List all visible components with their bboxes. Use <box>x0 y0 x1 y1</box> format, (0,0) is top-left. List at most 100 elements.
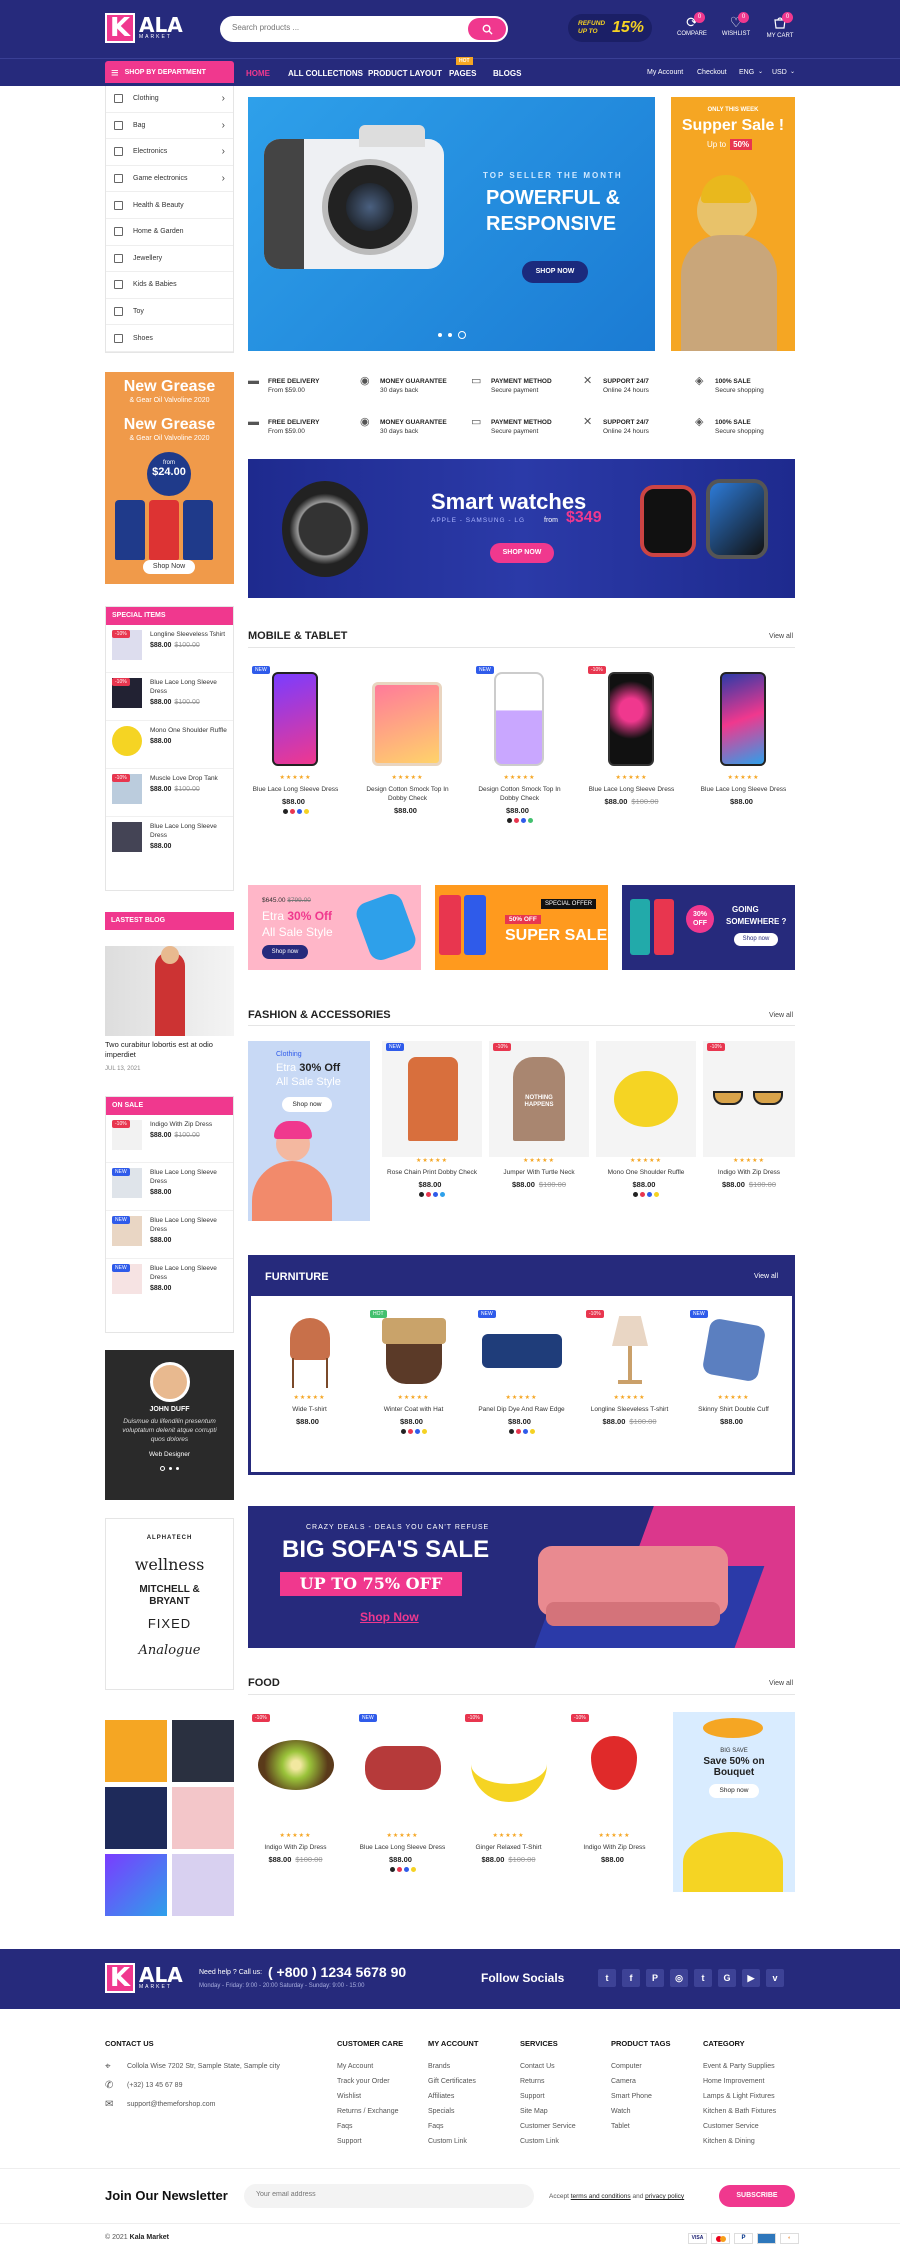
promo-super-sale[interactable]: SPECIAL OFFER 50% OFF SUPER SALE <box>435 885 608 970</box>
footer-link[interactable]: Faqs <box>428 2119 478 2134</box>
category-item[interactable]: Game electronics › <box>106 166 233 193</box>
compare-link[interactable]: ⟳ COMPARE 0 <box>672 12 712 37</box>
gallery-image[interactable] <box>105 1854 167 1916</box>
footer-link[interactable]: Home Improvement <box>703 2074 776 2089</box>
footer-link[interactable]: Watch <box>611 2104 670 2119</box>
language-select[interactable]: ENG <box>739 69 754 76</box>
footer-link[interactable]: My Account <box>337 2059 403 2074</box>
footer-link[interactable]: Support <box>337 2134 403 2149</box>
brand-logo[interactable]: wellness <box>106 1555 233 1574</box>
newsletter-email-input[interactable] <box>256 2191 516 2198</box>
footer-link[interactable]: Custom Link <box>428 2134 478 2149</box>
color-swatches[interactable] <box>596 1192 696 1197</box>
facebook-icon[interactable]: f <box>622 1969 640 1987</box>
product-card[interactable]: NEW ★★★★★ Blue Lace Long Sleeve Dress $8… <box>355 1712 450 1872</box>
footer-link[interactable]: Custom Link <box>520 2134 576 2149</box>
footer-link[interactable]: Brands <box>428 2059 478 2074</box>
category-item[interactable]: Jewellery <box>106 246 233 273</box>
product-card[interactable]: NEW ★★★★★ Skinny Shirt Double Cuff $88.0… <box>686 1308 781 1426</box>
mini-product[interactable]: NEW Blue Lace Long Sleeve Dress $88.00 <box>106 1259 233 1307</box>
watch-shop-now-button[interactable]: SHOP NOW <box>490 543 554 563</box>
pinterest-icon[interactable]: P <box>646 1969 664 1987</box>
gallery-image[interactable] <box>105 1720 167 1782</box>
nav-all-collections[interactable]: ALL COLLECTIONS <box>288 69 363 78</box>
gallery-image[interactable] <box>105 1787 167 1849</box>
blog-post-title[interactable]: Two curabitur lobortis est at odio imper… <box>105 1040 234 1060</box>
category-item[interactable]: Clothing › <box>106 86 233 113</box>
footer-link[interactable]: Tablet <box>611 2119 670 2134</box>
color-swatches[interactable] <box>472 818 567 823</box>
slider-dot[interactable] <box>448 333 452 337</box>
brand-logo[interactable]: MITCHELL & BRYANT <box>106 1584 233 1608</box>
help-phone[interactable]: ( +800 ) 1234 5678 90 <box>268 1964 406 1980</box>
product-card[interactable]: -10% ★★★★★ Indigo With Zip Dress $88.00 <box>567 1712 662 1864</box>
footer-link[interactable]: Customer Service <box>520 2119 576 2134</box>
slider-dot-active[interactable] <box>160 1466 165 1471</box>
food-promo[interactable]: BIG SAVE Save 50% on Bouquet Shop now <box>673 1712 795 1892</box>
brand-logo[interactable]: FIXED <box>106 1616 233 1631</box>
slider-dot[interactable] <box>176 1467 179 1470</box>
product-card[interactable]: -10% ★★★★★ Ginger Relaxed T-Shirt $88.00… <box>461 1712 556 1864</box>
fashion-promo[interactable]: Clothing Etra 30% Off All Sale Style Sho… <box>248 1041 370 1221</box>
footer-email[interactable]: support@themeforshop.com <box>127 2097 215 2112</box>
mini-product[interactable]: -10% Blue Lace Long Sleeve Dress $88.00 $10… <box>106 673 233 721</box>
nav-home[interactable]: HOME <box>246 69 270 78</box>
grease-promo[interactable]: New Grease & Gear Oil Valvoline 2020 New… <box>105 372 234 584</box>
product-card[interactable]: NEW ★★★★★ Design Cotton Smock Top In Dob… <box>472 664 567 823</box>
grease-shop-now-button[interactable]: Shop Now <box>143 560 195 574</box>
footer-link[interactable]: Camera <box>611 2074 670 2089</box>
vimeo-icon[interactable]: v <box>766 1969 784 1987</box>
color-swatches[interactable] <box>355 1867 450 1872</box>
blog-image[interactable] <box>105 946 234 1036</box>
footer-phone[interactable]: (+32) 13 45 67 89 <box>127 2078 182 2093</box>
category-item[interactable]: Home & Garden <box>106 219 233 246</box>
mini-product[interactable]: -10% Longline Sleeveless Tshirt $88.00 $100… <box>106 625 233 673</box>
instagram-icon[interactable]: ◎ <box>670 1969 688 1987</box>
smart-watches-banner[interactable]: Smart watches APPLE - SAMSUNG - LG from … <box>248 459 795 598</box>
footer-link[interactable]: Wishlist <box>337 2089 403 2104</box>
promo-watch[interactable]: $645.00 $799.00 Etra 30% Off All Sale St… <box>248 885 421 970</box>
nav-product-layout[interactable]: PRODUCT LAYOUT <box>368 69 442 78</box>
footer-link[interactable]: Contact Us <box>520 2059 576 2074</box>
footer-link[interactable]: Lamps & Light Fixtures <box>703 2089 776 2104</box>
brand-logo[interactable]: Analogue <box>106 1643 233 1658</box>
youtube-icon[interactable]: ▶ <box>742 1969 760 1987</box>
product-card[interactable]: NEW ★★★★★ Panel Dip Dye And Raw Edge $88… <box>474 1308 569 1434</box>
promo-going-somewhere[interactable]: 30% OFF GOING SOMEWHERE ? Shop now <box>622 885 795 970</box>
mini-product[interactable]: Mono One Shoulder Ruffle $88.00 <box>106 721 233 769</box>
category-item[interactable]: Electronics › <box>106 139 233 166</box>
view-all-link[interactable]: View all <box>769 633 793 640</box>
product-card[interactable]: -10% NOTHING HAPPENS ★★★★★ Jumper With Tu… <box>489 1041 589 1189</box>
footer-logo[interactable]: K ALA MARKET <box>105 1963 183 1993</box>
mini-product[interactable]: -10% Muscle Love Drop Tank $88.00 $100.00 <box>106 769 233 817</box>
shop-by-department[interactable]: ≡ SHOP BY DEPARTMENT <box>105 61 234 83</box>
brand-logo[interactable]: ALPHATECH <box>106 1535 233 1541</box>
search-button[interactable] <box>468 18 506 40</box>
product-card[interactable]: ★★★★★ Mono One Shoulder Ruffle $88.00 <box>596 1041 696 1197</box>
footer-link[interactable]: Track your Order <box>337 2074 403 2089</box>
footer-link[interactable]: Smart Phone <box>611 2089 670 2104</box>
slider-dot-active[interactable] <box>458 331 466 339</box>
google-plus-icon[interactable]: G <box>718 1969 736 1987</box>
mini-product[interactable]: NEW Blue Lace Long Sleeve Dress $88.00 <box>106 1163 233 1211</box>
nav-checkout[interactable]: Checkout <box>697 69 727 76</box>
product-card[interactable]: NEW ★★★★★ Blue Lace Long Sleeve Dress $8… <box>248 664 343 814</box>
sofa-shop-now-link[interactable]: Shop Now <box>360 1610 419 1624</box>
product-card[interactable]: NEW ★★★★★ Rose Chain Print Dobby Check $… <box>382 1041 482 1197</box>
color-swatches[interactable] <box>474 1429 569 1434</box>
footer-link[interactable]: Kitchen & Bath Fixtures <box>703 2104 776 2119</box>
footer-link[interactable]: Gift Certificates <box>428 2074 478 2089</box>
view-all-link[interactable]: View all <box>769 1012 793 1019</box>
nav-my-account[interactable]: My Account <box>647 69 683 76</box>
product-card[interactable]: -10% ★★★★★ Longline Sleeveless T-shirt $… <box>582 1308 677 1426</box>
mini-product[interactable]: NEW Blue Lace Long Sleeve Dress $88.00 <box>106 1211 233 1259</box>
footer-link[interactable]: Site Map <box>520 2104 576 2119</box>
gallery-image[interactable] <box>172 1720 234 1782</box>
category-item[interactable]: Kids & Babies <box>106 272 233 299</box>
supper-sale-promo[interactable]: ONLY THIS WEEK Supper Sale ! Up to 50% <box>671 97 795 351</box>
footer-link[interactable]: Affiliates <box>428 2089 478 2104</box>
product-card[interactable]: ★★★★★ Blue Lace Long Sleeve Dress $88.00 <box>696 664 791 806</box>
footer-link[interactable]: Customer Service <box>703 2119 776 2134</box>
terms-link[interactable]: terms and conditions <box>571 2193 631 2200</box>
product-card[interactable]: HOT ★★★★★ Winter Coat with Hat $88.00 <box>366 1308 461 1434</box>
